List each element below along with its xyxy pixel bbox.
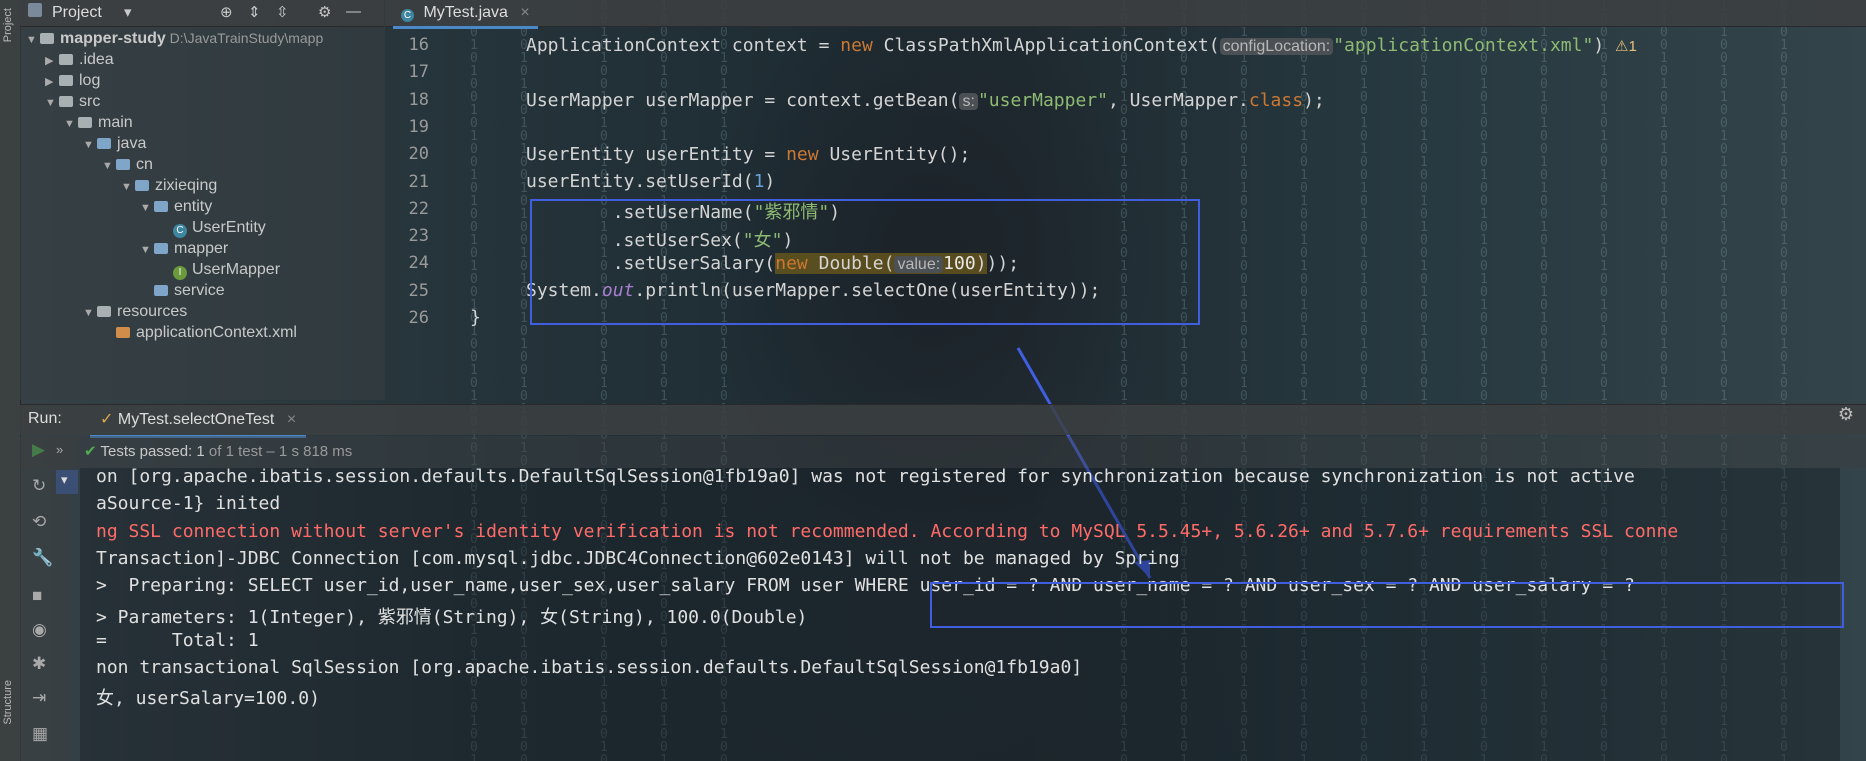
stop-icon[interactable]: ■: [32, 586, 42, 606]
console-line: on [org.apache.ibatis.session.defaults.D…: [96, 466, 1635, 487]
console-line: > Parameters: 1(Integer), 紫邪情(String), 女…: [96, 606, 808, 628]
collapse-chevron-icon[interactable]: ▾: [56, 470, 78, 494]
wrench-icon[interactable]: 🔧: [32, 548, 53, 568]
layout-icon[interactable]: ▦: [32, 724, 48, 744]
settings-icon[interactable]: ✱: [32, 654, 46, 674]
run-label: Run:: [28, 410, 62, 427]
run-tab-label: MyTest.selectOneTest: [117, 411, 275, 428]
gear-icon[interactable]: ⚙: [1838, 404, 1854, 425]
tests-passed-status: ✔ Tests passed: 1 of 1 test – 1 s 818 ms: [84, 443, 353, 460]
check-icon: ✔: [84, 443, 97, 460]
annotation-box-sql: [930, 582, 1844, 628]
test-status-bar: » ✔ Tests passed: 1 of 1 test – 1 s 818 …: [20, 436, 1866, 468]
console-line: Transaction]-JDBC Connection [com.mysql.…: [96, 547, 1180, 569]
console-line: aSource-1} inited: [96, 493, 281, 515]
tab-run-config[interactable]: ✓ MyTest.selectOneTest ×: [90, 405, 307, 438]
console-line: ng SSL connection without server's ident…: [96, 520, 1679, 542]
test-config-icon: ✓: [100, 411, 114, 428]
console-scrollbar[interactable]: [1852, 468, 1862, 761]
camera-icon[interactable]: ◉: [32, 620, 47, 640]
close-icon[interactable]: ×: [287, 411, 296, 428]
double-chevron-icon[interactable]: »: [56, 442, 63, 457]
console-line: = Total: 1: [96, 629, 259, 651]
rerun-failed-icon[interactable]: ↻: [32, 476, 46, 496]
console-line: 女, userSalary=100.0): [96, 688, 320, 710]
toggle-auto-test-icon[interactable]: ⟲: [32, 512, 46, 532]
console-line: non transactional SqlSession [org.apache…: [96, 657, 1083, 679]
run-panel-header: Run: ✓ MyTest.selectOneTest ×: [20, 404, 1866, 438]
login-icon[interactable]: ⇥: [32, 688, 46, 708]
